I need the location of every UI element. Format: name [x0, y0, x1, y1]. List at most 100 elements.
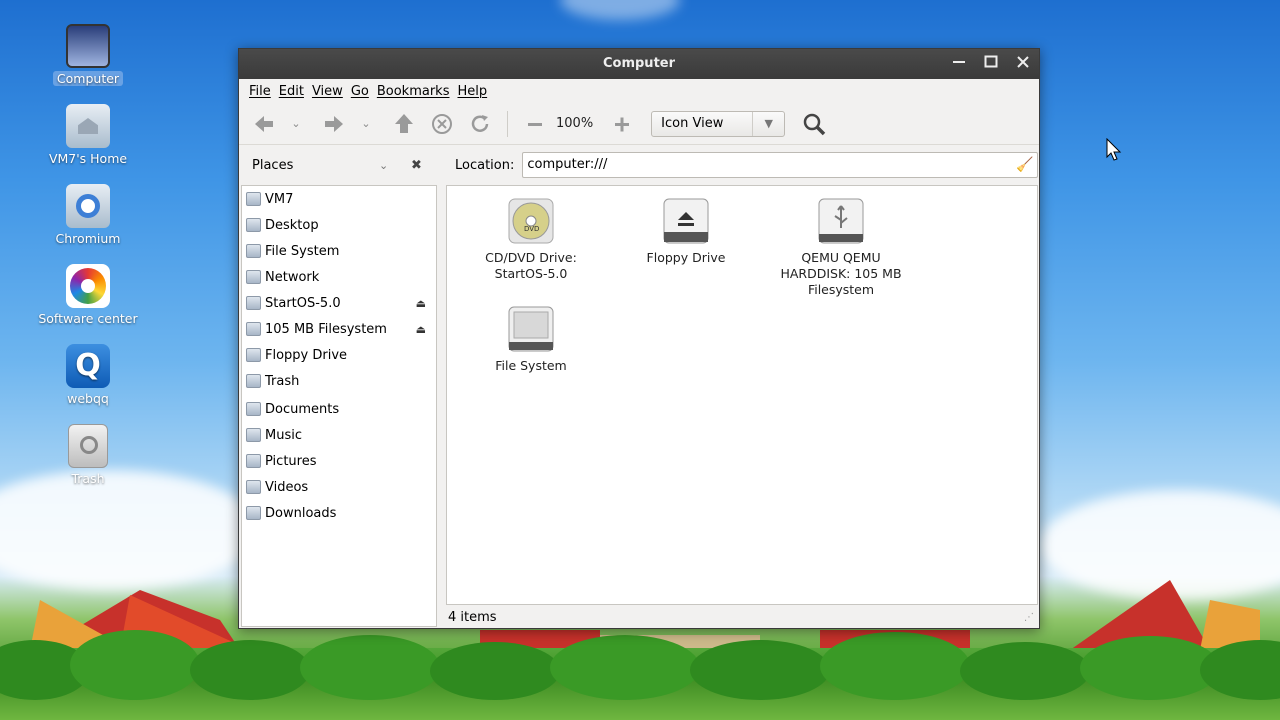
- chevron-down-icon[interactable]: ⌄: [379, 159, 388, 172]
- sidebar-item-label: VM7: [265, 191, 294, 207]
- place-icon: [246, 480, 261, 494]
- file-item-label: Floppy Drive: [646, 250, 726, 265]
- forward-history-dropdown[interactable]: ⌄: [357, 109, 375, 139]
- reload-button[interactable]: [465, 109, 495, 139]
- desktop-icon-label: Computer: [52, 71, 124, 86]
- desktop-icon-software-center[interactable]: Software center: [28, 264, 148, 326]
- desktop-icon-chromium[interactable]: Chromium: [28, 184, 148, 246]
- stop-button[interactable]: [427, 109, 457, 139]
- trash-icon: [68, 424, 108, 468]
- cloud: [560, 0, 680, 20]
- location-label: Location:: [455, 157, 515, 173]
- up-arrow-icon: [395, 113, 413, 133]
- desktop-icon-label: Chromium: [55, 231, 121, 246]
- sidebar-item-music[interactable]: Music: [242, 422, 436, 448]
- place-icon: [246, 348, 261, 362]
- sidebar-item-floppy-drive[interactable]: Floppy Drive: [242, 342, 436, 368]
- window-titlebar[interactable]: Computer: [239, 49, 1039, 79]
- minimize-button[interactable]: [945, 49, 973, 79]
- back-arrow-icon: [255, 115, 273, 132]
- reload-icon: [471, 114, 489, 132]
- sidebar-item-105-mb-filesystem[interactable]: 105 MB Filesystem ⏏: [242, 316, 436, 342]
- sidebar-item-label: File System: [265, 243, 340, 259]
- close-button[interactable]: [1009, 49, 1037, 79]
- sidebar-item-network[interactable]: Network: [242, 264, 436, 290]
- view-mode-select[interactable]: Icon View ▼: [651, 110, 786, 137]
- zoom-out-icon: [528, 122, 542, 126]
- menu-go[interactable]: Go: [351, 84, 369, 99]
- zoom-out-button[interactable]: [520, 109, 550, 139]
- file-item-filesystem[interactable]: File System: [461, 306, 601, 374]
- menu-view[interactable]: View: [312, 84, 343, 99]
- floppy-drive-icon: [663, 198, 709, 244]
- place-icon: [246, 192, 261, 206]
- menu-bookmarks[interactable]: Bookmarks: [377, 84, 450, 99]
- places-selector[interactable]: Places: [252, 158, 293, 173]
- dropdown-arrow-icon: ▼: [752, 111, 784, 136]
- sidebar-item-label: Pictures: [265, 453, 317, 469]
- zoom-in-button[interactable]: [607, 109, 637, 139]
- desktop-icon-label: Trash: [71, 471, 105, 486]
- toolbar: ⌄ ⌄ 100% Icon View ▼: [239, 103, 1039, 145]
- place-icon: [246, 374, 261, 388]
- location-row: Places ⌄ ✖ Location: computer:/// 🧹: [239, 145, 1039, 185]
- mouse-cursor-icon: [1106, 138, 1122, 161]
- sidebar-item-downloads[interactable]: Downloads: [242, 500, 436, 526]
- forward-button[interactable]: [319, 109, 349, 139]
- file-view: DVD CD/DVD Drive: StartOS-5.0 Floppy Dri…: [446, 185, 1038, 605]
- sidebar-item-label: Trash: [265, 373, 300, 389]
- place-icon: [246, 428, 261, 442]
- place-icon: [246, 454, 261, 468]
- search-icon: [803, 113, 826, 135]
- desktop-icon-webqq[interactable]: Q webqq: [28, 344, 148, 406]
- sidebar-item-desktop[interactable]: Desktop: [242, 212, 436, 238]
- sidebar-item-startos-5-0[interactable]: StartOS-5.0 ⏏: [242, 290, 436, 316]
- back-button[interactable]: [249, 109, 279, 139]
- menu-edit[interactable]: Edit: [279, 84, 304, 99]
- menu-file[interactable]: File: [249, 84, 271, 99]
- toolbar-separator: [507, 110, 508, 137]
- clear-location-icon[interactable]: 🧹: [1016, 153, 1033, 177]
- hard-disk-icon: [508, 306, 554, 352]
- zoom-level: 100%: [556, 116, 594, 131]
- sidebar-item-pictures[interactable]: Pictures: [242, 448, 436, 474]
- sidebar-item-documents[interactable]: Documents: [242, 396, 436, 422]
- desktop-icon-home[interactable]: VM7's Home: [28, 104, 148, 166]
- maximize-icon: [984, 55, 998, 68]
- usb-drive-icon: [818, 198, 864, 244]
- file-manager-window: Computer File Edit View Go Bookmarks Hel…: [238, 48, 1040, 629]
- sidebar-item-label: Network: [265, 269, 320, 285]
- desktop-icon-trash[interactable]: Trash: [28, 424, 148, 486]
- resize-grip-icon[interactable]: ⋰: [1024, 607, 1034, 629]
- place-icon: [246, 402, 261, 416]
- eject-icon[interactable]: ⏏: [416, 323, 426, 336]
- sidebar-item-vm7[interactable]: VM7: [242, 186, 436, 212]
- sidebar-item-videos[interactable]: Videos: [242, 474, 436, 500]
- desktop-icon-computer[interactable]: Computer: [28, 24, 148, 86]
- desktop-icon-label: webqq: [67, 391, 109, 406]
- file-item-dvd[interactable]: DVD CD/DVD Drive: StartOS-5.0: [461, 198, 601, 282]
- sidebar-item-label: Videos: [265, 479, 309, 495]
- place-icon: [246, 296, 261, 310]
- sidebar-item-trash[interactable]: Trash: [242, 368, 436, 394]
- desktop-icon-label: VM7's Home: [48, 151, 128, 166]
- back-history-dropdown[interactable]: ⌄: [287, 109, 305, 139]
- file-item-floppy[interactable]: Floppy Drive: [616, 198, 756, 266]
- sidebar-item-label: Documents: [265, 401, 340, 417]
- forward-arrow-icon: [325, 115, 343, 132]
- close-sidebar-icon[interactable]: ✖: [411, 158, 422, 173]
- file-item-harddisk[interactable]: QEMU QEMU HARDDISK: 105 MB Filesystem: [771, 198, 911, 298]
- location-input[interactable]: computer:/// 🧹: [522, 152, 1039, 178]
- place-icon: [246, 244, 261, 258]
- menu-help[interactable]: Help: [457, 84, 487, 99]
- menubar: File Edit View Go Bookmarks Help: [239, 79, 1039, 103]
- home-folder-icon: [66, 104, 110, 148]
- desktop-icon-label: Software center: [38, 311, 138, 326]
- maximize-button[interactable]: [977, 49, 1005, 79]
- search-button[interactable]: [799, 109, 829, 139]
- sidebar-item-file-system[interactable]: File System: [242, 238, 436, 264]
- software-center-icon: [66, 264, 110, 308]
- up-button[interactable]: [389, 109, 419, 139]
- status-bar: 4 items ⋰: [446, 607, 1038, 629]
- eject-icon[interactable]: ⏏: [416, 297, 426, 310]
